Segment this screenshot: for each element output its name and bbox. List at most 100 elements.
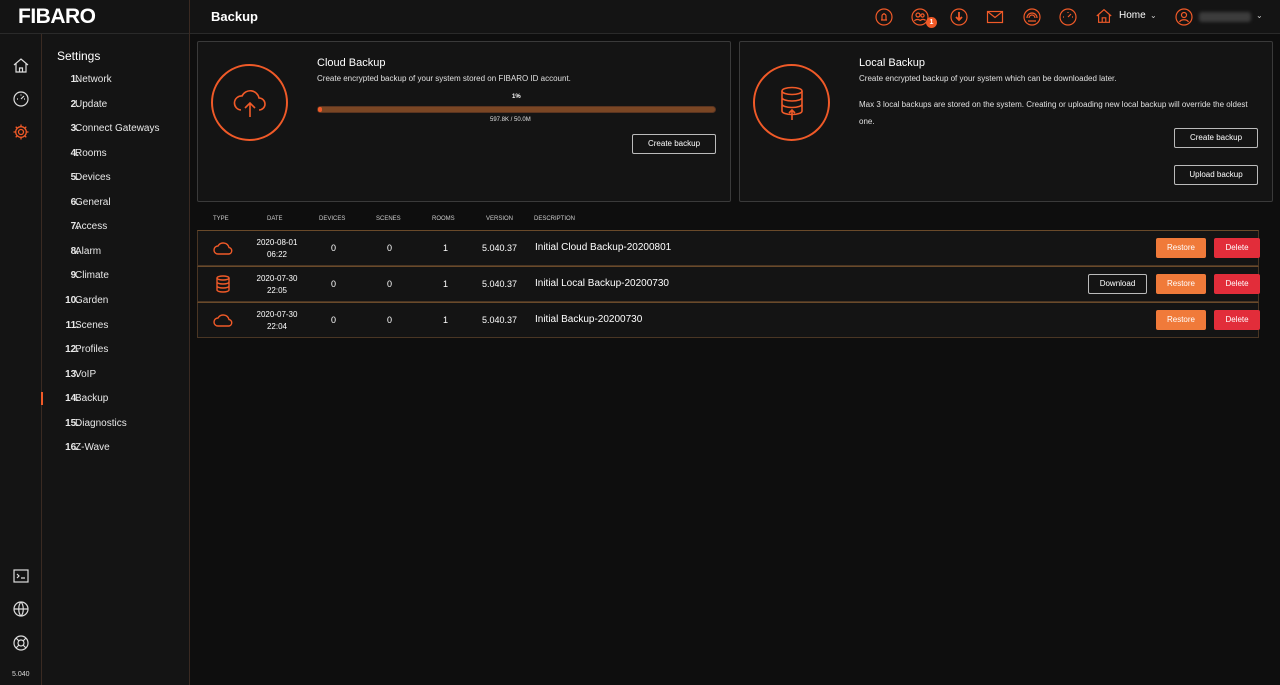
weather-icon[interactable] — [1023, 8, 1041, 26]
gauge-icon[interactable] — [1059, 8, 1077, 26]
backup-date-day: 2020-07-30 — [256, 274, 298, 283]
sidebar-item-profiles[interactable]: 12. Profiles — [42, 344, 189, 364]
left-rail: 5.040 — [0, 34, 42, 685]
sidebar-item-label: Update — [75, 98, 108, 110]
upload-backup-button[interactable]: Upload backup — [1174, 165, 1258, 185]
sidebar-item-label: Climate — [75, 270, 109, 282]
backup-description: Initial Local Backup-20200730 — [535, 278, 669, 289]
column-header-date: Date — [267, 216, 283, 222]
chevron-down-icon[interactable]: ⌄ — [1256, 11, 1263, 20]
chevron-down-icon[interactable]: ⌄ — [1150, 11, 1157, 20]
sidebar-item-diagnostics[interactable]: 15. Diagnostics — [42, 418, 189, 438]
backup-date-day: 2020-08-01 — [256, 238, 298, 247]
cloud-upload-icon — [211, 64, 288, 141]
fibaro-logo[interactable]: FIBARO — [18, 5, 96, 29]
restore-button[interactable]: Restore — [1156, 310, 1206, 330]
delete-button[interactable]: Delete — [1214, 238, 1260, 258]
backup-rooms: 1 — [443, 243, 449, 253]
backup-date-day: 2020-07-30 — [256, 310, 298, 319]
sidebar-item-climate[interactable]: 9. Climate — [42, 270, 189, 290]
local-backup-card: Local Backup Create encrypted backup of … — [739, 41, 1273, 202]
backup-date-time: 06:22 — [266, 250, 288, 259]
cloud-backup-title: Cloud Backup — [317, 57, 386, 69]
sidebar-item-update[interactable]: 2. Update — [42, 99, 189, 119]
backup-rooms: 1 — [443, 315, 449, 325]
restore-button[interactable]: Restore — [1156, 274, 1206, 294]
help-icon[interactable] — [12, 634, 30, 652]
delete-button[interactable]: Delete — [1214, 310, 1260, 330]
backup-rooms: 1 — [443, 279, 449, 289]
backup-description: Initial Backup-20200730 — [535, 314, 643, 325]
network-icon[interactable] — [12, 600, 30, 618]
restore-button[interactable]: Restore — [1156, 238, 1206, 258]
sidebar-item-rooms[interactable]: 4. Rooms — [42, 148, 189, 168]
sidebar-item-label: Diagnostics — [75, 417, 127, 429]
sidebar-item-garden[interactable]: 10. Garden — [42, 295, 189, 315]
backup-scenes: 0 — [387, 279, 393, 289]
top-bar: FIBARO Backup 1 Home ⌄ ⌄ — [0, 0, 1280, 34]
home-selector-label[interactable]: Home — [1119, 10, 1146, 21]
backup-devices: 0 — [331, 315, 337, 325]
table-row: 2020-08-01 06:22 0 0 1 5.040.37 Initial Cloud … — [197, 230, 1260, 266]
column-header-rooms: Rooms — [432, 216, 455, 222]
sidebar-item-scenes[interactable]: 11. Scenes — [42, 320, 189, 340]
settings-title: Settings — [57, 49, 101, 63]
cloud-backup-description: Create encrypted backup of your system s… — [317, 74, 571, 83]
cloud-icon — [213, 239, 233, 257]
terminal-icon[interactable] — [12, 567, 30, 585]
sidebar-item-backup[interactable]: 14. Backup — [41, 392, 189, 413]
dashboard-icon[interactable] — [12, 90, 30, 108]
download-icon[interactable] — [950, 8, 968, 26]
sidebar-item-label: Profiles — [75, 344, 109, 356]
backup-date: 2020-08-01 06:22 — [242, 237, 312, 261]
sidebar-item-access[interactable]: 7. Access — [42, 221, 189, 241]
sidebar-item-label: Rooms — [75, 147, 107, 159]
sidebar-item-label: Alarm — [75, 245, 102, 257]
sidebar-item-z-wave[interactable]: 16. Z-Wave — [42, 442, 189, 462]
sidebar-item-connect-gateways[interactable]: 3. Connect Gateways — [42, 123, 189, 143]
cloud-create-backup-button[interactable]: Create backup — [632, 134, 716, 154]
sidebar-item-label: General — [75, 196, 111, 208]
download-button[interactable]: Download — [1088, 274, 1147, 294]
settings-icon[interactable] — [12, 123, 30, 141]
database-upload-icon — [753, 64, 830, 141]
backup-table-header: Type Date Devices Scenes Rooms Version D… — [197, 216, 1259, 230]
alarm-icon[interactable] — [875, 8, 893, 26]
sidebar-item-network[interactable]: 1. Network — [42, 74, 189, 94]
backup-date-time: 22:05 — [266, 286, 288, 295]
sidebar-item-label: VoIP — [75, 368, 97, 380]
sidebar-item-label: Connect Gateways — [75, 123, 160, 135]
sidebar-item-label: Devices — [75, 172, 111, 184]
sidebar-item-devices[interactable]: 5. Devices — [42, 172, 189, 192]
mail-icon[interactable] — [986, 8, 1004, 26]
backup-date: 2020-07-30 22:05 — [242, 273, 312, 297]
column-header-scenes: Scenes — [376, 216, 401, 222]
sidebar-item-alarm[interactable]: 8. Alarm — [42, 246, 189, 266]
local-create-backup-button[interactable]: Create backup — [1174, 128, 1258, 148]
user-name-redacted[interactable] — [1199, 12, 1251, 22]
sidebar-item-general[interactable]: 6. General — [42, 197, 189, 217]
sidebar-item-voip[interactable]: 13. VoIP — [42, 369, 189, 389]
table-row: 2020-07-30 22:05 0 0 1 5.040.37 Initial Local … — [197, 266, 1260, 302]
backup-date: 2020-07-30 22:04 — [242, 309, 312, 333]
user-icon[interactable] — [1175, 8, 1193, 26]
progress-bar — [317, 106, 716, 113]
backup-version: 5.040.37 — [482, 243, 518, 253]
sidebar-item-label: Network — [75, 74, 112, 85]
sidebar-item-label: Garden — [75, 294, 109, 306]
home-icon[interactable] — [12, 56, 30, 74]
column-header-version: Version — [486, 216, 514, 222]
progress-bar-fill — [318, 107, 322, 112]
local-backup-title: Local Backup — [859, 57, 926, 69]
sidebar-item-label: Access — [75, 221, 108, 233]
backup-version: 5.040.37 — [482, 315, 518, 325]
delete-button[interactable]: Delete — [1214, 274, 1260, 294]
backup-scenes: 0 — [387, 243, 393, 253]
progress-percent: 1% — [512, 94, 521, 100]
sidebar-item-label: Backup — [75, 393, 109, 405]
sidebar-item-label: Scenes — [75, 319, 109, 331]
backup-date-time: 22:04 — [266, 322, 288, 331]
home-icon[interactable] — [1095, 7, 1115, 27]
cloud-icon — [213, 311, 233, 329]
column-header-type: Type — [213, 216, 229, 222]
